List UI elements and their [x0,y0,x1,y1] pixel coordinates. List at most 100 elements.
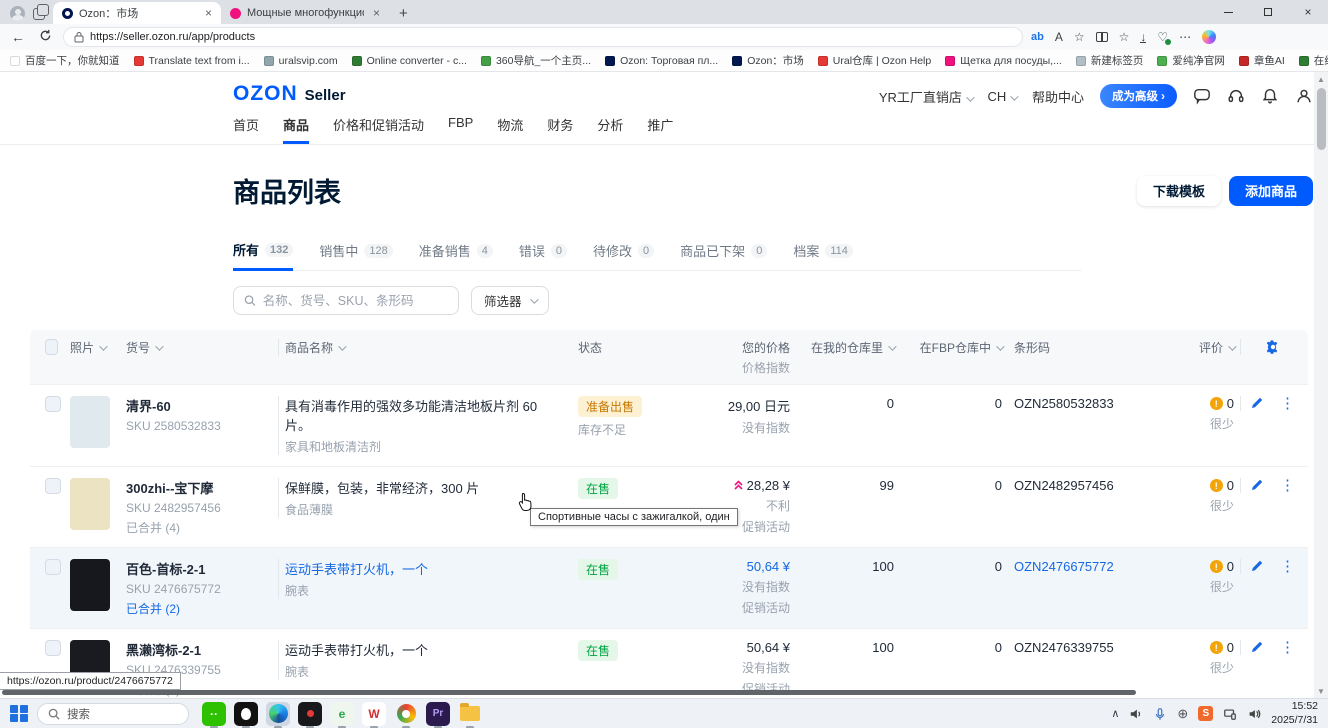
product-name[interactable]: 运动手表带打火机，一个 [285,640,566,659]
close-button[interactable]: × [1288,0,1328,24]
tab-to-fix[interactable]: 待修改0 [593,240,654,270]
settings-menu-icon[interactable]: ⋯ [1179,30,1191,44]
minimize-button[interactable] [1208,0,1248,24]
cast-device-icon[interactable] [1223,707,1237,721]
nav-home[interactable]: 首页 [233,115,259,144]
product-thumbnail[interactable] [70,559,110,611]
product-art[interactable]: 清界-60 [126,396,272,415]
row-menu-icon[interactable]: ⋮ [1280,396,1295,411]
file-explorer-icon[interactable] [458,702,482,726]
store-selector[interactable]: YR工厂直销店 [879,87,972,106]
tab-errors[interactable]: 错误0 [519,240,567,270]
bookmark-item[interactable]: Translate text from i... [134,55,250,67]
start-button[interactable] [10,705,28,723]
row-menu-icon[interactable]: ⋮ [1280,640,1295,655]
font-size-icon[interactable]: A [1055,30,1063,44]
new-tab-button[interactable]: + [389,5,418,24]
col-photo[interactable]: 照片 [64,339,120,356]
tab-ready[interactable]: 准备销售4 [419,240,493,270]
row-menu-icon[interactable]: ⋮ [1280,559,1295,574]
bookmark-item[interactable]: 百度一下，你就知道 [10,53,120,68]
scroll-up-icon[interactable]: ▲ [1314,72,1328,86]
premiere-icon[interactable]: Pr [426,702,450,726]
wechat-icon[interactable]: ·· [202,702,226,726]
edit-icon[interactable] [1250,559,1264,573]
favorite-star-icon[interactable]: ☆ [1074,30,1085,44]
select-all-checkbox[interactable] [45,339,58,355]
bookmark-item[interactable]: 360导航_一个主页... [481,53,591,68]
bookmark-item[interactable]: Online converter - c... [352,55,467,67]
microphone-icon[interactable] [1153,707,1167,721]
split-screen-icon[interactable] [1096,32,1108,42]
chat-icon[interactable] [1193,87,1211,105]
become-premium-button[interactable]: 成为高级 › [1100,84,1177,108]
tab-groups-icon[interactable] [33,8,45,20]
ozon-logo[interactable]: OZON [233,82,298,106]
bookmark-item[interactable]: Ural仓库 | Ozon Help [818,53,931,68]
ie-icon[interactable]: e [330,702,354,726]
product-art[interactable]: 黑濑湾标-2-1 [126,640,272,659]
edit-icon[interactable] [1250,478,1264,492]
address-bar[interactable]: https://seller.ozon.ru/app/products [63,27,1023,47]
browser-essentials-icon[interactable]: ♡ [1157,30,1168,44]
tab-selling[interactable]: 销售中128 [319,240,392,270]
horizontal-scrollbar[interactable] [2,690,1136,695]
product-art[interactable]: 300zhi--宝下摩 [126,478,272,497]
download-template-button[interactable]: 下载模板 [1137,176,1221,206]
scrollbar-thumb[interactable] [1317,88,1326,150]
bookmark-item[interactable]: Ozon: Торговая пл... [605,55,718,67]
qq-icon[interactable] [234,702,258,726]
favorites-bar-icon[interactable]: ☆ [1119,30,1130,44]
edit-icon[interactable] [1250,396,1264,410]
bookmark-item[interactable]: uralsvip.com [264,55,338,67]
col-art[interactable]: 货号 [120,339,278,356]
browser-tab-active[interactable]: Ozon：市场 × [53,2,221,24]
kms-tool-icon[interactable]: ⊕ [1177,706,1188,722]
filters-button[interactable]: 筛选器 [471,286,549,315]
sogou-input-icon[interactable]: S [1198,706,1213,721]
nav-promotion[interactable]: 推广 [647,115,673,144]
merged-link[interactable]: 已合并 (4) [126,519,272,536]
downloads-icon[interactable]: ↓ [1140,32,1146,43]
gear-icon[interactable] [1265,339,1281,355]
headset-icon[interactable] [1227,87,1245,105]
taskbar-search[interactable]: 搜索 [37,703,189,725]
music-disc-icon[interactable] [298,702,322,726]
language-selector[interactable]: CH [988,89,1016,104]
bookmark-item[interactable]: Ozon：市场 [732,53,804,68]
col-fbp[interactable]: 在FBP仓库中 [900,339,1008,356]
search-input[interactable] [263,294,448,308]
back-icon[interactable]: ← [8,29,28,45]
row-checkbox[interactable] [45,478,61,494]
edge-icon[interactable] [266,702,290,726]
color-wheel-icon[interactable] [394,702,418,726]
maximize-button[interactable] [1248,0,1288,24]
browser-profile-icon[interactable] [10,6,25,21]
product-name[interactable]: 具有消毒作用的强效多功能清洁地板片剂 60 片。 [285,396,566,434]
add-product-button[interactable]: 添加商品 [1229,176,1313,206]
col-stock[interactable]: 在我的仓库里 [796,339,900,356]
bookmark-item[interactable]: 在线转换器 - 免费... [1299,53,1328,68]
price-value[interactable]: 50,64 ¥ [747,559,790,574]
tray-volume-icon[interactable] [1247,707,1261,721]
browser-tab-inactive[interactable]: Мощные многофункциональнь × [221,2,389,24]
account-icon[interactable] [1295,87,1313,105]
tab-close-icon[interactable]: × [370,6,383,20]
help-center-link[interactable]: 帮助中心 [1032,87,1084,106]
row-checkbox[interactable] [45,396,61,412]
nav-finance[interactable]: 财务 [547,115,573,144]
bookmark-item[interactable]: 爱纯净官网 [1157,53,1225,68]
tab-close-icon[interactable]: × [202,6,215,20]
tab-unlisted[interactable]: 商品已下架0 [680,240,767,270]
merged-link[interactable]: 已合并 (2) [126,600,272,617]
tab-all[interactable]: 所有132 [233,240,293,271]
product-art[interactable]: 百色-首标-2-1 [126,559,272,578]
edit-icon[interactable] [1250,640,1264,654]
tray-expand-icon[interactable]: ∧ [1111,707,1119,720]
volume-icon[interactable] [1129,707,1143,721]
table-settings[interactable] [1240,339,1304,355]
bookmark-item[interactable]: 章鱼AI [1239,53,1285,68]
product-name-link[interactable]: 运动手表带打火机，一个 [285,559,566,578]
col-name[interactable]: 商品名称 [278,339,572,356]
row-checkbox[interactable] [45,559,61,575]
